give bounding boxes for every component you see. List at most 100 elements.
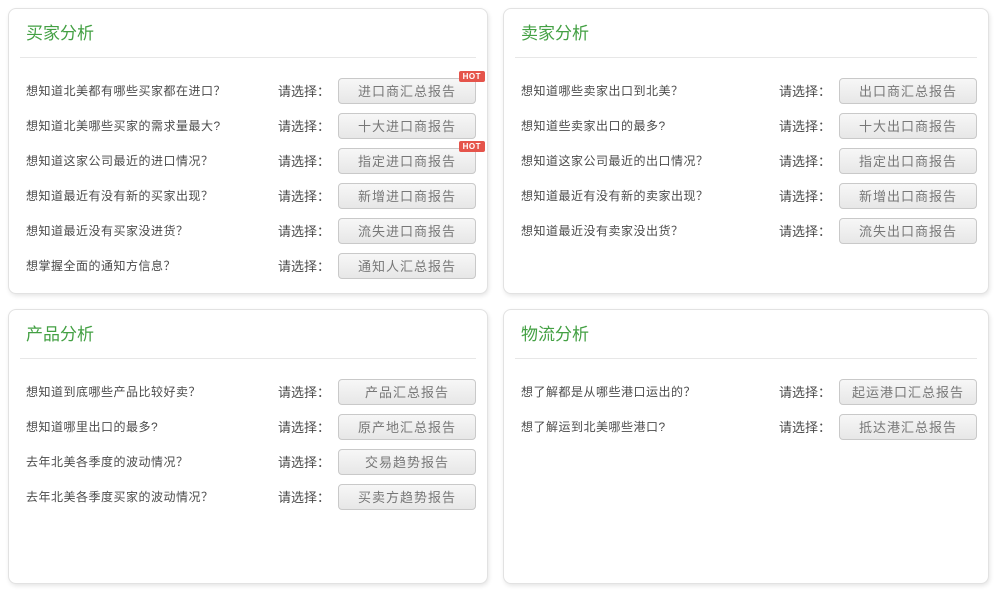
report-row: 想知道北美都有哪些买家都在进口？ 请选择： 进口商汇总报告 HOT bbox=[18, 73, 478, 108]
select-label: 请选择： bbox=[278, 186, 330, 205]
report-button-label: 通知人汇总报告 bbox=[358, 259, 456, 274]
report-button-label: 原产地汇总报告 bbox=[358, 420, 456, 435]
report-button-label: 出口商汇总报告 bbox=[859, 84, 957, 99]
report-button-label: 抵达港汇总报告 bbox=[859, 420, 957, 435]
question-text: 想知道这家公司最近的进口情况？ bbox=[26, 152, 278, 169]
report-row: 想知道这家公司最近的出口情况？ 请选择： 指定出口商报告 bbox=[513, 143, 979, 178]
panel-title: 卖家分析 bbox=[513, 9, 979, 57]
question-text: 想了解都是从哪些港口运出的？ bbox=[521, 383, 779, 400]
report-button[interactable]: 指定出口商报告 bbox=[839, 148, 977, 174]
report-button[interactable]: 新增出口商报告 bbox=[839, 183, 977, 209]
report-button-label: 指定进口商报告 bbox=[358, 154, 456, 169]
report-row: 想知道些卖家出口的最多? 请选择： 十大出口商报告 bbox=[513, 108, 979, 143]
report-button[interactable]: 买卖方趋势报告 bbox=[338, 484, 476, 510]
report-button-label: 新增进口商报告 bbox=[358, 189, 456, 204]
panel-product-analysis: 产品分析 想知道到底哪些产品比较好卖？ 请选择： 产品汇总报告 想知道哪里出口的… bbox=[8, 309, 488, 584]
report-rows: 想知道哪些卖家出口到北美？ 请选择： 出口商汇总报告 想知道些卖家出口的最多? … bbox=[513, 73, 979, 248]
report-button-label: 交易趋势报告 bbox=[365, 455, 449, 470]
select-label: 请选择： bbox=[779, 81, 831, 100]
report-button[interactable]: 进口商汇总报告 HOT bbox=[338, 78, 476, 104]
report-button[interactable]: 流失出口商报告 bbox=[839, 218, 977, 244]
select-label: 请选择： bbox=[278, 116, 330, 135]
question-text: 想知道这家公司最近的出口情况？ bbox=[521, 152, 779, 169]
report-button-label: 流失进口商报告 bbox=[358, 224, 456, 239]
report-row: 想知道最近没有买家没进货？ 请选择： 流失进口商报告 bbox=[18, 213, 478, 248]
question-text: 去年北美各季度买家的波动情况？ bbox=[26, 488, 278, 505]
analysis-grid: 买家分析 想知道北美都有哪些买家都在进口？ 请选择： 进口商汇总报告 HOT 想… bbox=[8, 8, 989, 584]
select-label: 请选择： bbox=[278, 487, 330, 506]
report-row: 想掌握全面的通知方信息？ 请选择： 通知人汇总报告 bbox=[18, 248, 478, 283]
report-button[interactable]: 原产地汇总报告 bbox=[338, 414, 476, 440]
report-button-label: 买卖方趋势报告 bbox=[358, 490, 456, 505]
panel-divider bbox=[20, 358, 476, 359]
question-text: 想知道哪些卖家出口到北美？ bbox=[521, 82, 779, 99]
select-label: 请选择： bbox=[278, 452, 330, 471]
question-text: 想了解运到北美哪些港口? bbox=[521, 418, 779, 435]
report-row: 想知道北美哪些买家的需求量最大? 请选择： 十大进口商报告 bbox=[18, 108, 478, 143]
report-button[interactable]: 抵达港汇总报告 bbox=[839, 414, 977, 440]
question-text: 想知道最近没有卖家没出货？ bbox=[521, 222, 779, 239]
question-text: 想知道些卖家出口的最多? bbox=[521, 117, 779, 134]
report-button[interactable]: 通知人汇总报告 bbox=[338, 253, 476, 279]
report-row: 想知道哪里出口的最多? 请选择： 原产地汇总报告 bbox=[18, 409, 478, 444]
report-row: 去年北美各季度的波动情况？ 请选择： 交易趋势报告 bbox=[18, 444, 478, 479]
report-button[interactable]: 指定进口商报告 HOT bbox=[338, 148, 476, 174]
question-text: 想知道哪里出口的最多? bbox=[26, 418, 278, 435]
report-button[interactable]: 十大进口商报告 bbox=[338, 113, 476, 139]
report-row: 想了解都是从哪些港口运出的？ 请选择： 起运港口汇总报告 bbox=[513, 374, 979, 409]
select-label: 请选择： bbox=[278, 256, 330, 275]
report-button[interactable]: 流失进口商报告 bbox=[338, 218, 476, 244]
report-button[interactable]: 起运港口汇总报告 bbox=[839, 379, 977, 405]
select-label: 请选择： bbox=[278, 382, 330, 401]
panel-seller-analysis: 卖家分析 想知道哪些卖家出口到北美？ 请选择： 出口商汇总报告 想知道些卖家出口… bbox=[503, 8, 989, 294]
report-row: 想知道最近没有卖家没出货？ 请选择： 流失出口商报告 bbox=[513, 213, 979, 248]
question-text: 想知道最近有没有新的买家出现？ bbox=[26, 187, 278, 204]
question-text: 想知道北美哪些买家的需求量最大? bbox=[26, 117, 278, 134]
report-button[interactable]: 出口商汇总报告 bbox=[839, 78, 977, 104]
question-text: 想知道最近没有买家没进货？ bbox=[26, 222, 278, 239]
select-label: 请选择： bbox=[779, 417, 831, 436]
report-button-label: 新增出口商报告 bbox=[859, 189, 957, 204]
panel-divider bbox=[515, 57, 977, 58]
report-button-label: 流失出口商报告 bbox=[859, 224, 957, 239]
report-rows: 想知道到底哪些产品比较好卖？ 请选择： 产品汇总报告 想知道哪里出口的最多? 请… bbox=[18, 374, 478, 514]
report-button-label: 进口商汇总报告 bbox=[358, 84, 456, 99]
report-button-label: 十大出口商报告 bbox=[859, 119, 957, 134]
select-label: 请选择： bbox=[278, 221, 330, 240]
panel-logistics-analysis: 物流分析 想了解都是从哪些港口运出的？ 请选择： 起运港口汇总报告 想了解运到北… bbox=[503, 309, 989, 584]
panel-title: 产品分析 bbox=[18, 310, 478, 358]
select-label: 请选择： bbox=[278, 81, 330, 100]
report-row: 想了解运到北美哪些港口? 请选择： 抵达港汇总报告 bbox=[513, 409, 979, 444]
question-text: 想知道最近有没有新的卖家出现？ bbox=[521, 187, 779, 204]
report-button-label: 指定出口商报告 bbox=[859, 154, 957, 169]
panel-title: 买家分析 bbox=[18, 9, 478, 57]
panel-divider bbox=[515, 358, 977, 359]
report-button[interactable]: 交易趋势报告 bbox=[338, 449, 476, 475]
report-button[interactable]: 新增进口商报告 bbox=[338, 183, 476, 209]
report-row: 想知道这家公司最近的进口情况？ 请选择： 指定进口商报告 HOT bbox=[18, 143, 478, 178]
report-row: 想知道最近有没有新的买家出现？ 请选择： 新增进口商报告 bbox=[18, 178, 478, 213]
hot-badge: HOT bbox=[459, 141, 485, 152]
report-button-label: 十大进口商报告 bbox=[358, 119, 456, 134]
panel-title: 物流分析 bbox=[513, 310, 979, 358]
report-rows: 想知道北美都有哪些买家都在进口？ 请选择： 进口商汇总报告 HOT 想知道北美哪… bbox=[18, 73, 478, 283]
select-label: 请选择： bbox=[278, 151, 330, 170]
question-text: 想知道北美都有哪些买家都在进口？ bbox=[26, 82, 278, 99]
report-button[interactable]: 产品汇总报告 bbox=[338, 379, 476, 405]
select-label: 请选择： bbox=[278, 417, 330, 436]
report-rows: 想了解都是从哪些港口运出的？ 请选择： 起运港口汇总报告 想了解运到北美哪些港口… bbox=[513, 374, 979, 444]
select-label: 请选择： bbox=[779, 221, 831, 240]
question-text: 去年北美各季度的波动情况？ bbox=[26, 453, 278, 470]
report-button-label: 起运港口汇总报告 bbox=[852, 385, 964, 400]
panel-divider bbox=[20, 57, 476, 58]
question-text: 想掌握全面的通知方信息？ bbox=[26, 257, 278, 274]
select-label: 请选择： bbox=[779, 382, 831, 401]
select-label: 请选择： bbox=[779, 116, 831, 135]
report-row: 去年北美各季度买家的波动情况？ 请选择： 买卖方趋势报告 bbox=[18, 479, 478, 514]
report-button[interactable]: 十大出口商报告 bbox=[839, 113, 977, 139]
report-row: 想知道哪些卖家出口到北美？ 请选择： 出口商汇总报告 bbox=[513, 73, 979, 108]
hot-badge: HOT bbox=[459, 71, 485, 82]
report-button-label: 产品汇总报告 bbox=[365, 385, 449, 400]
select-label: 请选择： bbox=[779, 151, 831, 170]
report-row: 想知道最近有没有新的卖家出现？ 请选择： 新增出口商报告 bbox=[513, 178, 979, 213]
